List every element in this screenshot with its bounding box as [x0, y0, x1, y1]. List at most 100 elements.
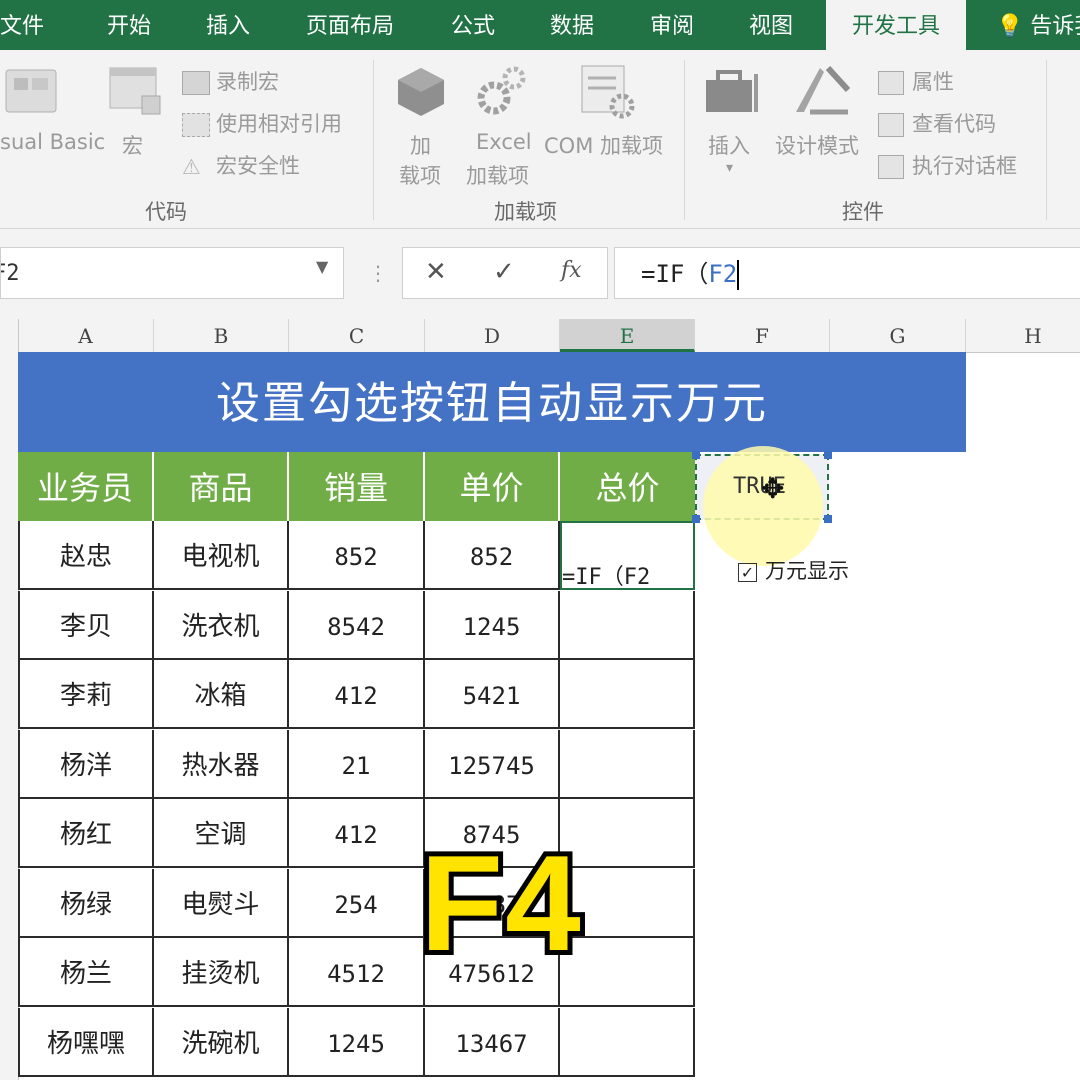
selection-handle[interactable] [824, 515, 832, 523]
macro-button[interactable]: 宏 [122, 130, 143, 160]
code-group-label: 代码 [145, 200, 187, 224]
tab-page-layout[interactable]: 页面布局 [306, 0, 394, 50]
run-dialog-button[interactable]: 执行对话框 [878, 150, 1017, 180]
table-cell[interactable]: 254 [289, 868, 425, 938]
tab-tell-me[interactable]: 💡 告诉我 [996, 0, 1080, 50]
table-cell[interactable]: 挂烫机 [154, 938, 289, 1007]
insert-function-icon[interactable]: fx [561, 258, 582, 283]
table-cell[interactable]: 冰箱 [154, 660, 289, 729]
tab-insert[interactable]: 插入 [206, 0, 250, 50]
table-cell[interactable]: 空调 [154, 799, 289, 868]
row-header-bar[interactable] [0, 352, 19, 1080]
table-cell[interactable]: 李莉 [18, 660, 154, 729]
macro-icon [109, 67, 161, 115]
table-cell[interactable]: 21 [289, 729, 425, 799]
column-header-e[interactable]: E [560, 319, 695, 352]
visual-basic-button[interactable]: sual Basic [0, 130, 105, 154]
tab-file[interactable]: 文件 [0, 0, 44, 50]
table-cell[interactable] [560, 729, 695, 799]
table-cell[interactable]: 电熨斗 [154, 868, 289, 938]
record-macro-button[interactable]: 录制宏 [182, 66, 279, 96]
excel-addins-button[interactable]: Excel [476, 130, 532, 154]
table-cell[interactable]: 4512 [289, 938, 425, 1007]
toolbox-icon [706, 70, 758, 112]
column-header-g[interactable]: G [830, 319, 966, 352]
table-cell[interactable]: 李贝 [18, 590, 154, 660]
com-addins-button[interactable]: COM 加载项 [544, 130, 663, 160]
table-cell[interactable]: 杨绿 [18, 868, 154, 938]
formula-input[interactable]: =IF（F2 [614, 247, 1080, 299]
column-header-d[interactable]: D [425, 319, 560, 352]
table-cell[interactable]: 412 [289, 799, 425, 868]
properties-button[interactable]: 属性 [878, 66, 954, 96]
select-all-corner[interactable] [0, 319, 19, 352]
name-box-dropdown-icon[interactable]: ▼ [316, 257, 328, 276]
table-cell[interactable] [560, 590, 695, 660]
tab-developer[interactable]: 开发工具 [826, 0, 966, 50]
table-cell[interactable]: 电视机 [154, 521, 289, 590]
header-unit-price[interactable]: 单价 [425, 452, 560, 521]
table-cell[interactable]: 赵忠 [18, 521, 154, 590]
column-header-f[interactable]: F [695, 319, 830, 352]
addins-cube-icon [398, 68, 444, 116]
enter-icon[interactable]: ✓ [493, 257, 515, 287]
addins-button[interactable]: 加 [410, 130, 431, 160]
header-product[interactable]: 商品 [154, 452, 289, 521]
view-code-button[interactable]: 查看代码 [878, 108, 996, 138]
table-cell[interactable]: 杨洋 [18, 729, 154, 799]
table-cell[interactable]: 852 [289, 521, 425, 590]
chevron-down-icon[interactable]: ▾ [726, 160, 733, 176]
design-mode-button[interactable]: 设计模式 [775, 130, 859, 160]
active-cell-e3[interactable]: =IF（F2 [560, 521, 695, 590]
tab-home[interactable]: 开始 [107, 0, 151, 50]
table-cell[interactable]: 1245 [289, 1007, 425, 1077]
column-header-b[interactable]: B [154, 319, 289, 352]
header-total-price[interactable]: 总价 [560, 452, 695, 521]
column-header-c[interactable]: C [289, 319, 425, 352]
table-cell[interactable]: 5421 [425, 660, 560, 729]
insert-control-button[interactable]: 插入 [708, 130, 750, 160]
record-macro-label: 录制宏 [216, 70, 279, 94]
wan-yuan-checkbox[interactable]: ✓ 万元显示 [738, 555, 849, 585]
checkbox-label: 万元显示 [765, 559, 849, 583]
macro-security-button[interactable]: ⚠ 宏安全性 [182, 150, 300, 180]
header-quantity[interactable]: 销量 [289, 452, 425, 521]
tab-formulas[interactable]: 公式 [451, 0, 495, 50]
name-box[interactable]: F2 [0, 247, 344, 299]
table-cell[interactable]: 125745 [425, 729, 560, 799]
relative-reference-button[interactable]: 使用相对引用 [182, 108, 342, 138]
table-cell[interactable]: 洗碗机 [154, 1007, 289, 1077]
ribbon-tab-bar: 文件 开始 插入 页面布局 公式 数据 审阅 视图 开发工具 💡 告诉我 [0, 0, 1080, 50]
com-addins-icon [581, 65, 635, 119]
table-cell[interactable]: 热水器 [154, 729, 289, 799]
table-cell[interactable]: 杨兰 [18, 938, 154, 1007]
header-salesperson[interactable]: 业务员 [18, 452, 154, 521]
selection-handle[interactable] [692, 451, 700, 459]
column-header-a[interactable]: A [18, 319, 154, 352]
run-dialog-icon [878, 155, 904, 179]
cancel-icon[interactable]: ✕ [425, 257, 447, 287]
relative-reference-label: 使用相对引用 [216, 112, 342, 136]
column-header-h[interactable]: H [966, 319, 1080, 352]
table-cell[interactable]: 1245 [425, 590, 560, 660]
selection-handle[interactable] [692, 515, 700, 523]
table-cell[interactable] [560, 660, 695, 729]
selection-handle[interactable] [824, 451, 832, 459]
table-cell[interactable]: 852 [425, 521, 560, 590]
table-cell[interactable]: 13467 [425, 1007, 560, 1077]
table-cell[interactable]: 杨嘿嘿 [18, 1007, 154, 1077]
cursor-highlight [703, 446, 823, 566]
table-cell[interactable] [560, 1007, 695, 1077]
column-header-bar: A B C D E F G H [0, 319, 1080, 353]
table-cell[interactable]: 杨红 [18, 799, 154, 868]
checkbox-checked-icon[interactable]: ✓ [738, 562, 757, 582]
table-cell[interactable]: 洗衣机 [154, 590, 289, 660]
table-cell[interactable]: 412 [289, 660, 425, 729]
linked-cell-f2[interactable]: TRUE ✥ [692, 446, 832, 566]
move-cursor-icon: ✥ [761, 472, 785, 505]
tab-view[interactable]: 视图 [749, 0, 793, 50]
sheet-title-banner[interactable]: 设置勾选按钮自动显示万元 [18, 352, 966, 452]
tab-data[interactable]: 数据 [550, 0, 594, 50]
tab-review[interactable]: 审阅 [650, 0, 694, 50]
table-cell[interactable]: 8542 [289, 590, 425, 660]
